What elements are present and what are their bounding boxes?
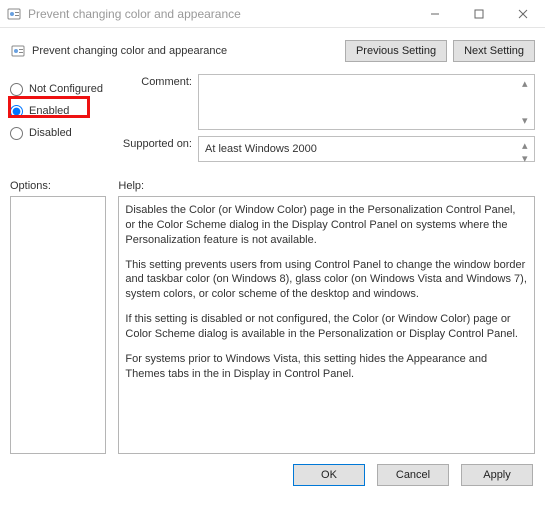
ok-button[interactable]: OK [293,464,365,486]
state-radio-group: Not Configured Enabled Disabled [10,74,110,162]
supported-on-value: At least Windows 2000 [205,143,317,155]
help-panel: Help: Disables the Color (or Window Colo… [118,180,535,454]
scrollbar[interactable]: ▴ ▾ [522,77,532,127]
comment-textarea[interactable]: ▴ ▾ [198,74,535,130]
help-box: Disables the Color (or Window Color) pag… [118,196,535,454]
chevron-up-icon: ▴ [522,77,532,90]
radio-disabled-label: Disabled [29,127,72,139]
dialog-header: Prevent changing color and appearance Pr… [10,34,535,68]
help-paragraph: Disables the Color (or Window Color) pag… [125,203,528,248]
window-controls [413,0,545,27]
close-button[interactable] [501,0,545,27]
radio-not-configured[interactable]: Not Configured [10,78,110,100]
chevron-down-icon: ▾ [522,114,532,127]
help-label: Help: [118,180,535,192]
help-paragraph: For systems prior to Windows Vista, this… [125,352,528,382]
next-setting-button[interactable]: Next Setting [453,40,535,62]
titlebar-title: Prevent changing color and appearance [28,7,413,21]
radio-disabled-input[interactable] [10,127,23,140]
radio-enabled[interactable]: Enabled [10,100,110,122]
previous-setting-button[interactable]: Previous Setting [345,40,447,62]
dialog-footer: OK Cancel Apply [10,464,535,486]
comment-label: Comment: [120,74,198,88]
maximize-button[interactable] [457,0,501,27]
cancel-button[interactable]: Cancel [377,464,449,486]
options-label: Options: [10,180,106,192]
apply-button[interactable]: Apply [461,464,533,486]
radio-enabled-input[interactable] [10,105,23,118]
radio-not-configured-input[interactable] [10,83,23,96]
policy-icon [6,6,22,22]
chevron-up-icon: ▴ [522,139,532,152]
radio-not-configured-label: Not Configured [29,83,103,95]
supported-on-label: Supported on: [120,136,198,150]
chevron-down-icon: ▾ [522,152,532,165]
supported-on-field: At least Windows 2000 ▴ ▾ [198,136,535,162]
scrollbar[interactable]: ▴ ▾ [522,139,532,159]
help-paragraph: If this setting is disabled or not confi… [125,312,528,342]
help-paragraph: This setting prevents users from using C… [125,258,528,303]
policy-icon [10,43,26,59]
options-panel: Options: [10,180,106,454]
dialog-title: Prevent changing color and appearance [32,45,345,57]
minimize-button[interactable] [413,0,457,27]
titlebar: Prevent changing color and appearance [0,0,545,28]
options-box [10,196,106,454]
radio-enabled-label: Enabled [29,105,69,117]
radio-disabled[interactable]: Disabled [10,122,110,144]
